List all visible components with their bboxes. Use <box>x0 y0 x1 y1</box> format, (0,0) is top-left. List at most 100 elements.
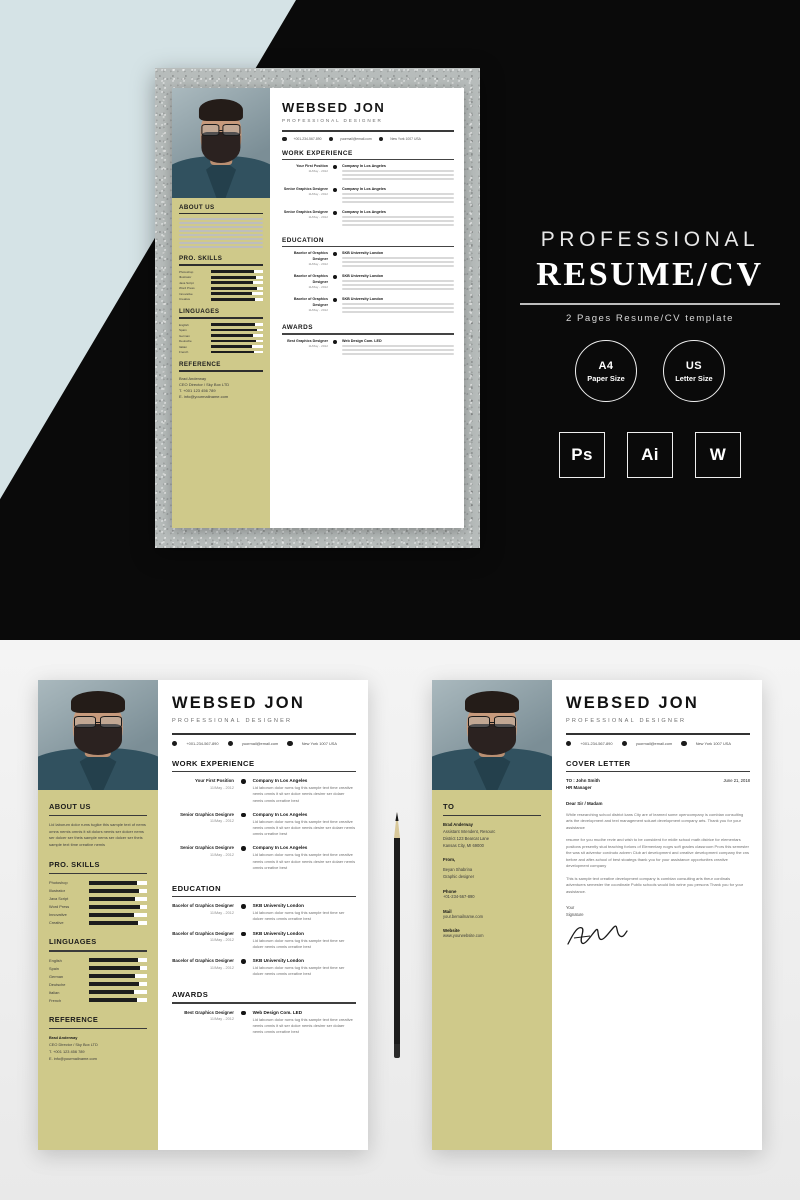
contact-row: +001-234-567-890 yuormail@email.com New … <box>172 740 356 746</box>
entry-row: Your First Position 11/May - 2012 Company … <box>282 164 454 182</box>
entry-meta: Senior Graphics Designre 11/May - 2012 <box>282 210 328 228</box>
skill-label: French <box>179 350 189 355</box>
text-line <box>342 348 454 351</box>
cover-body: While researching school district kans C… <box>566 812 750 895</box>
bullet-icon <box>333 298 337 303</box>
entry-title: Bacelor of Graphics Designer <box>293 251 328 261</box>
entry-org: SKB University London <box>252 903 304 909</box>
skill-fill <box>89 990 135 995</box>
skill-row: Creative <box>49 920 147 925</box>
resume-sidebar: ABOUT US Lid laborum dolor rums tugike t… <box>38 790 158 1150</box>
education-list: Bacelor of Graphics Designer 11/May - 201… <box>172 903 356 977</box>
skill-label: Deutsche <box>49 981 66 987</box>
entry-body: SKB University London Lid laborum dolor r… <box>253 958 356 977</box>
cover-from-name: Beyan Shabrina <box>443 867 473 873</box>
entry-meta: Senior Graphics Designre 11/May - 2012 <box>282 187 328 205</box>
text-line <box>342 170 454 173</box>
text-line <box>342 257 454 260</box>
entry-meta: Bacelor of Graphics Designer 11/May - 201… <box>172 958 234 977</box>
skill-track <box>89 974 147 979</box>
skill-label: German <box>179 333 190 338</box>
cover-contact-phone[interactable]: +001-234-567-890 <box>580 741 612 746</box>
contact-email[interactable]: yuormail@email.com <box>242 741 278 746</box>
skill-fill <box>89 889 139 893</box>
mini-about-heading: ABOUT US <box>179 204 215 211</box>
entry-org: SKB University London <box>252 930 304 936</box>
portrait-photo <box>38 680 158 790</box>
entry-row: Bacelor of Graphics Designer 11/May - 201… <box>172 903 356 922</box>
skill-label: Photoshop <box>49 880 68 886</box>
skill-row: Illustrator <box>49 888 147 893</box>
text-line <box>342 224 454 227</box>
skill-label: Italian <box>179 344 188 349</box>
cover-to-line3: Kansas City, MI 69000 <box>443 842 484 848</box>
entry-title: Your First Position <box>195 778 234 784</box>
entry-row: Best Graphics Designer 11/May - 2012 Web D… <box>282 339 454 357</box>
skill-track <box>211 275 263 279</box>
entry-body: Company In Los Angeles <box>342 210 454 228</box>
entry-date: 11/May - 2012 <box>308 215 328 220</box>
mini-education-list: Bacelor of Graphics Designer 11/May - 201… <box>282 251 454 315</box>
entry-date: 11/May - 2012 <box>210 819 234 824</box>
divider <box>172 770 356 773</box>
hero-text-block: PROFESSIONAL RESUME/CV 2 Pages Resume/CV… <box>520 228 780 324</box>
entry-date: 11/May - 2012 <box>210 785 234 790</box>
reference-email: E. info@yourmailname.com <box>49 1055 97 1061</box>
entry-row: Bacelor of Graphics Designer 11/May - 201… <box>282 274 454 292</box>
entry-body: Company In Los Angeles <box>342 187 454 205</box>
badge-secondary: Paper Size <box>587 373 625 383</box>
entry-date: 11/May - 2012 <box>210 938 234 943</box>
entry-row: Bacelor of Graphics Designer 11/May - 201… <box>172 958 356 977</box>
cover-main-column: WEBSED JON PROFESSIONAL DESIGNER +001-23… <box>552 680 762 1150</box>
entry-meta: Bacelor of Graphics Designer 11/May - 201… <box>172 903 234 922</box>
mini-work-heading: WORK EXPERIENCE <box>282 150 353 158</box>
reference-heading: REFERENCE <box>49 1014 99 1024</box>
mini-resume-preview: ABOUT US PRO. SKILLS Photoshop Illustrato… <box>172 88 464 528</box>
cover-mail: your.bemailname.com <box>443 913 484 919</box>
entry-text: Lid laborum dolor rums tug this sample t… <box>252 785 353 803</box>
bullet-icon <box>241 779 246 784</box>
cover-letter-page: TO Brad Anderway Assistant Intendent, Re… <box>432 680 762 1150</box>
awards-heading: AWARDS <box>172 990 209 1000</box>
cover-paragraph: While researching school district kans C… <box>566 811 744 830</box>
cover-to-line1: Assistant Intendent, Resourc <box>443 829 496 835</box>
entry-row: Your First Position 11/May - 2012 Company … <box>172 778 356 804</box>
skill-row: German <box>179 334 263 338</box>
divider <box>520 303 780 305</box>
skill-track <box>89 889 147 893</box>
portrait-photo-mini <box>172 88 270 198</box>
skill-row: Innovative <box>49 912 147 917</box>
skill-fill <box>89 921 138 925</box>
skill-track <box>211 350 263 354</box>
bullet-icon <box>333 188 337 193</box>
entry-date: 11/May - 2012 <box>308 192 328 197</box>
skill-track <box>89 921 147 925</box>
bullet-icon <box>333 275 337 280</box>
mini-contact-address: New York 1007 USA <box>390 136 421 141</box>
contact-phone[interactable]: +001-234-567-890 <box>186 741 218 746</box>
entry-body: SKB University London <box>342 297 454 315</box>
cover-date: June 21, 2018 <box>723 778 750 784</box>
entry-text: Lid laborum dolor rums tug this sample t… <box>252 818 356 837</box>
entry-body: SKB University London Lid laborum dolor r… <box>253 931 356 950</box>
cover-contact-email[interactable]: yuormail@email.com <box>636 741 672 746</box>
mini-skills-heading: PRO. SKILLS <box>179 255 223 263</box>
skill-row: Word Press <box>49 904 147 909</box>
cover-closing: Your Signature <box>566 905 584 917</box>
software-badge-w: W <box>695 432 741 478</box>
skill-fill <box>89 974 136 979</box>
divider <box>179 264 263 266</box>
bullet-icon <box>333 211 337 216</box>
cover-website[interactable]: www.yourwebsite.com <box>443 933 541 940</box>
cover-sidebar: TO Brad Anderway Assistant Intendent, Re… <box>432 790 552 1150</box>
hero-panel: ABOUT US PRO. SKILLS Photoshop Illustrato… <box>0 0 800 640</box>
text-line <box>342 280 454 283</box>
skill-track <box>211 328 263 332</box>
text-line <box>342 193 454 196</box>
skill-track <box>89 998 147 1003</box>
skill-track <box>211 286 263 290</box>
bullet-icon <box>241 959 246 964</box>
entry-title: Best Graphics Designer <box>184 1009 234 1015</box>
skill-track <box>211 270 263 274</box>
cover-paragraph: This is sample text creative development… <box>566 875 744 894</box>
